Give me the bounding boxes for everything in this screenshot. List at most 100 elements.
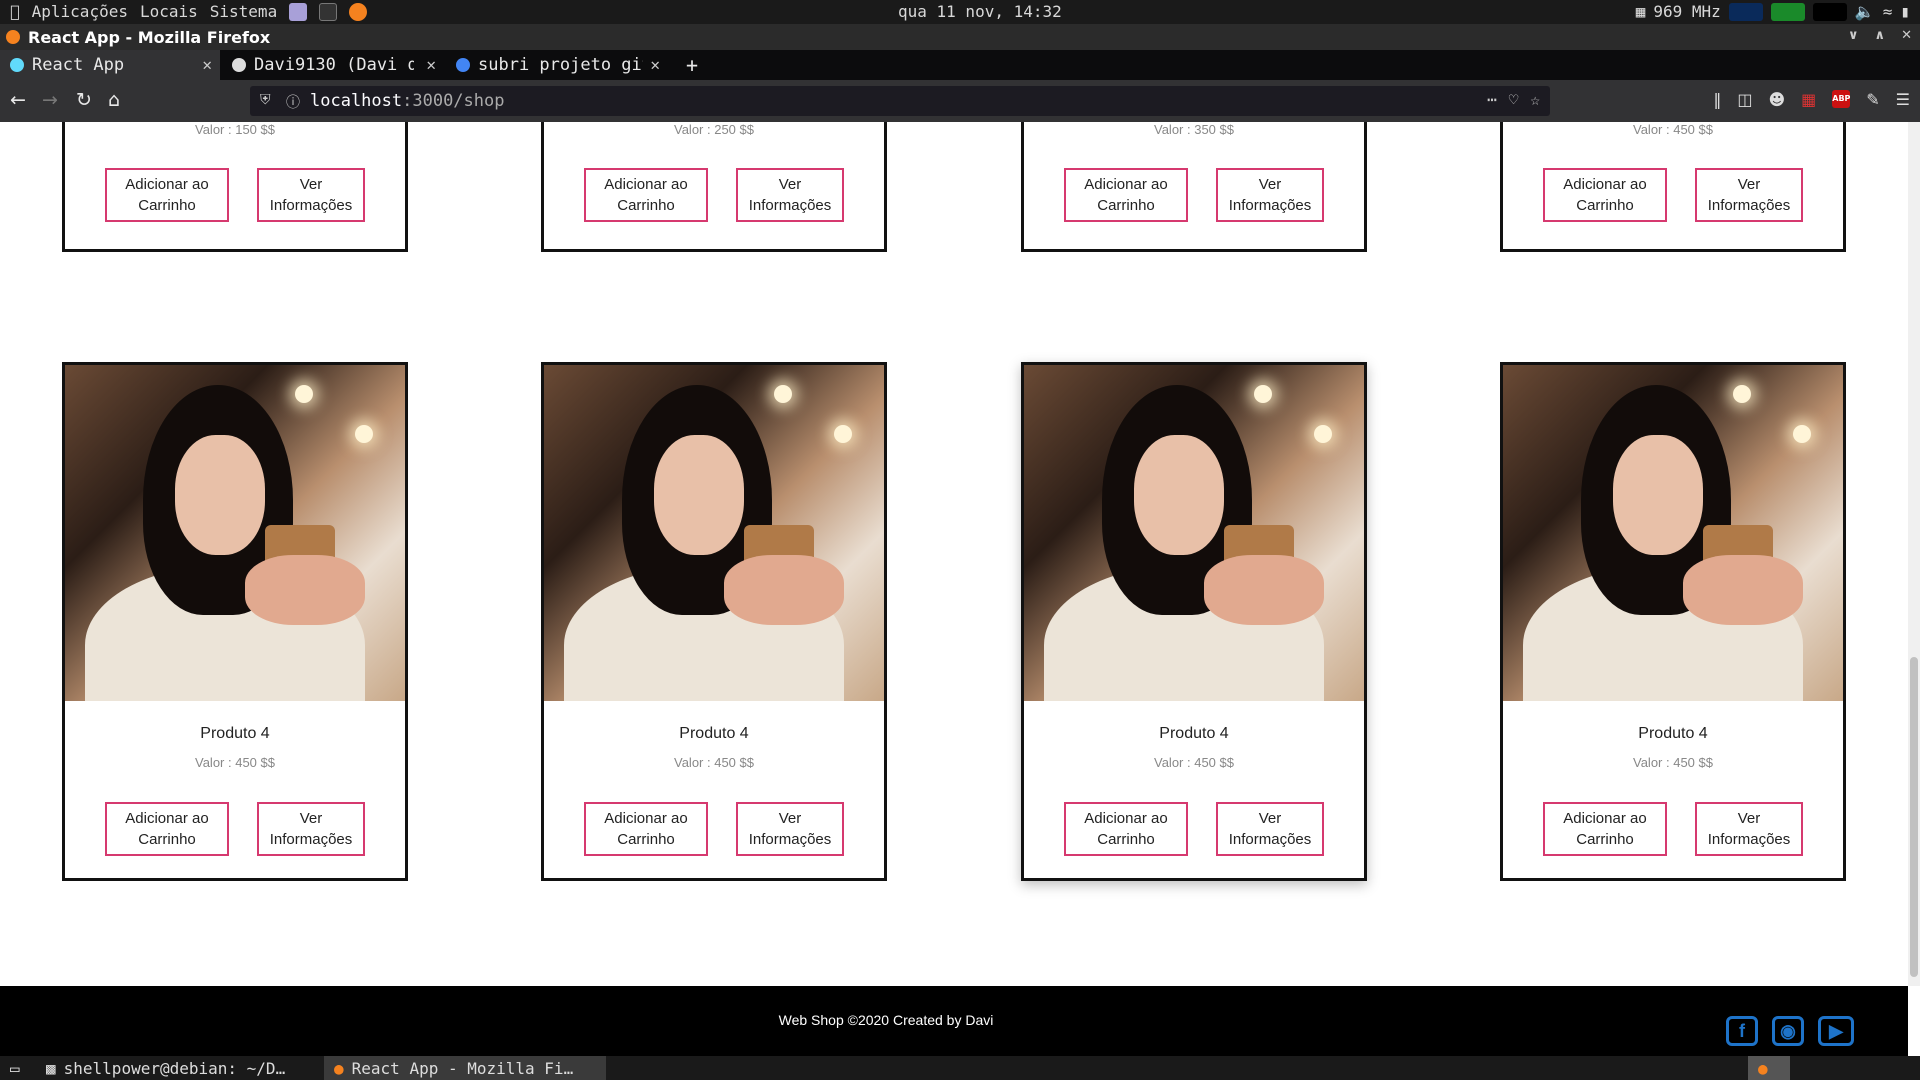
cpu-graph-icon	[1728, 2, 1763, 21]
tab-react-app[interactable]: React App ✕	[0, 50, 220, 80]
tab-google[interactable]: subri projeto git ✕	[446, 50, 668, 80]
terminal-icon[interactable]	[319, 2, 338, 21]
adblock-icon[interactable]: ABP	[1832, 90, 1850, 108]
system-top-bar:  Aplicações Locais Sistema qua 11 nov, …	[0, 0, 1920, 24]
product-price: Valor : 450 $$	[195, 755, 275, 770]
product-price: Valor : 350 $$	[1154, 122, 1234, 137]
product-image[interactable]	[1503, 365, 1843, 701]
tab-github[interactable]: Davi9130 (Davi da ✕	[222, 50, 444, 80]
minimize-icon[interactable]: ∨	[1848, 28, 1859, 43]
menu-sistema[interactable]: Sistema	[210, 2, 277, 21]
wifi-icon[interactable]: ≈	[1883, 2, 1893, 21]
volume-icon[interactable]: 🔈	[1855, 2, 1875, 21]
product-name: Produto 4	[1159, 725, 1229, 742]
tab-label: Davi9130 (Davi da	[254, 55, 414, 75]
view-info-button[interactable]: Ver Informações	[1216, 168, 1324, 222]
info-icon[interactable]: ⓘ	[286, 92, 300, 112]
pocket-icon[interactable]: ♡	[1509, 90, 1519, 109]
menu-locais[interactable]: Locais	[140, 2, 198, 21]
product-card[interactable]: Produto 4 Valor : 450 $$ Adicionar ao Ca…	[1021, 362, 1367, 881]
menu-icon[interactable]: ☰	[1896, 90, 1910, 109]
page-scrollbar[interactable]	[1908, 122, 1920, 986]
new-tab-button[interactable]: +	[676, 50, 706, 80]
product-card: Valor : 350 $$ Adicionar ao Carrinho Ver…	[1021, 122, 1367, 252]
add-to-cart-button[interactable]: Adicionar ao Carrinho	[1064, 802, 1188, 856]
product-card[interactable]: Produto 4 Valor : 450 $$ Adicionar ao Ca…	[1500, 362, 1846, 881]
taskbar-item-firefox[interactable]: ● React App - Mozilla Fi…	[324, 1056, 606, 1080]
reload-icon[interactable]: ↻	[76, 90, 92, 110]
account-icon[interactable]: ☻	[1768, 90, 1785, 109]
product-name: Produto 4	[200, 725, 270, 742]
add-to-cart-button[interactable]: Adicionar ao Carrinho	[105, 168, 229, 222]
library-icon[interactable]: ‖	[1713, 90, 1721, 109]
show-desktop-icon[interactable]: ▭	[0, 1056, 30, 1080]
product-image[interactable]	[1024, 365, 1364, 701]
product-price: Valor : 450 $$	[1154, 755, 1234, 770]
youtube-icon[interactable]: ▶	[1818, 1016, 1854, 1046]
extension-icon[interactable]: ▦	[1801, 90, 1816, 109]
firefox-icon[interactable]	[349, 2, 368, 21]
tab-label: React App	[32, 55, 125, 75]
menu-aplicacoes[interactable]: Aplicações	[32, 2, 128, 21]
shield-icon[interactable]: ⛨	[260, 92, 271, 108]
view-info-button[interactable]: Ver Informações	[257, 802, 365, 856]
view-info-button[interactable]: Ver Informações	[257, 168, 365, 222]
firefox-icon	[6, 30, 20, 44]
view-info-button[interactable]: Ver Informações	[1695, 802, 1803, 856]
system-clock[interactable]: qua 11 nov, 14:32	[898, 2, 1062, 21]
add-to-cart-button[interactable]: Adicionar ao Carrinho	[584, 802, 708, 856]
launcher-icon[interactable]	[289, 2, 308, 21]
url-text[interactable]: localhost:3000/shop	[310, 91, 504, 111]
product-card: Valor : 150 $$ Adicionar ao Carrinho Ver…	[62, 122, 408, 252]
product-price: Valor : 450 $$	[1633, 122, 1713, 137]
home-icon[interactable]: ⌂	[108, 90, 120, 110]
battery-icon[interactable]: ▮	[1900, 2, 1910, 21]
extension-pen-icon[interactable]: ✎	[1866, 90, 1879, 109]
bookmark-star-icon[interactable]: ☆	[1530, 90, 1540, 109]
tray-firefox-icon[interactable]: ●	[1748, 1056, 1790, 1080]
product-card[interactable]: Produto 4 Valor : 450 $$ Adicionar ao Ca…	[541, 362, 887, 881]
add-to-cart-button[interactable]: Adicionar ao Carrinho	[105, 802, 229, 856]
maximize-icon[interactable]: ∧	[1875, 28, 1886, 43]
window-title-bar: React App - Mozilla Firefox ∨ ∧ ✕	[0, 24, 1920, 50]
taskbar: ▭ ▩ shellpower@debian: ~/D… ● React App …	[0, 1056, 1920, 1080]
network-graph-icon	[1812, 2, 1847, 21]
url-host: localhost	[310, 91, 403, 111]
taskbar-item-terminal[interactable]: ▩ shellpower@debian: ~/D…	[36, 1056, 320, 1080]
scrollbar-thumb[interactable]	[1910, 657, 1918, 977]
add-to-cart-button[interactable]: Adicionar ao Carrinho	[1064, 168, 1188, 222]
close-tab-icon[interactable]: ✕	[202, 55, 212, 74]
cpu-frequency: 969 MHz	[1653, 2, 1721, 21]
page-content: Valor : 150 $$ Adicionar ao Carrinho Ver…	[0, 122, 1908, 986]
apple-icon[interactable]: 	[10, 2, 20, 21]
product-card[interactable]: Produto 4 Valor : 450 $$ Adicionar ao Ca…	[62, 362, 408, 881]
forward-icon[interactable]: →	[42, 90, 58, 110]
page-actions-icon[interactable]: ⋯	[1487, 90, 1497, 109]
product-price: Valor : 150 $$	[195, 122, 275, 137]
close-tab-icon[interactable]: ✕	[650, 55, 660, 74]
url-bar[interactable]: ⛨ ⓘ localhost:3000/shop ⋯ ♡ ☆	[250, 86, 1550, 116]
sidebar-icon[interactable]: ◫	[1737, 90, 1752, 109]
cpu-icon: ▦	[1635, 2, 1646, 21]
instagram-icon[interactable]: ◉	[1772, 1016, 1804, 1046]
close-icon[interactable]: ✕	[1901, 28, 1912, 43]
add-to-cart-button[interactable]: Adicionar ao Carrinho	[1543, 802, 1667, 856]
memory-graph-icon	[1770, 2, 1805, 21]
product-image[interactable]	[65, 365, 405, 701]
facebook-icon[interactable]: f	[1726, 1016, 1758, 1046]
url-path: :3000/shop	[402, 91, 505, 111]
view-info-button[interactable]: Ver Informações	[1695, 168, 1803, 222]
view-info-button[interactable]: Ver Informações	[736, 168, 844, 222]
add-to-cart-button[interactable]: Adicionar ao Carrinho	[1543, 168, 1667, 222]
view-info-button[interactable]: Ver Informações	[736, 802, 844, 856]
view-info-button[interactable]: Ver Informações	[1216, 802, 1324, 856]
product-name: Produto 4	[679, 725, 749, 742]
page-footer: Web Shop ©2020 Created by Davi f ◉ ▶	[0, 986, 1908, 1056]
close-tab-icon[interactable]: ✕	[426, 55, 436, 74]
back-icon[interactable]: ←	[10, 90, 26, 110]
product-image[interactable]	[544, 365, 884, 701]
taskbar-item-label: shellpower@debian: ~/D…	[63, 1058, 286, 1078]
taskbar-item-label: React App - Mozilla Fi…	[351, 1058, 574, 1078]
product-card: Valor : 450 $$ Adicionar ao Carrinho Ver…	[1500, 122, 1846, 252]
add-to-cart-button[interactable]: Adicionar ao Carrinho	[584, 168, 708, 222]
